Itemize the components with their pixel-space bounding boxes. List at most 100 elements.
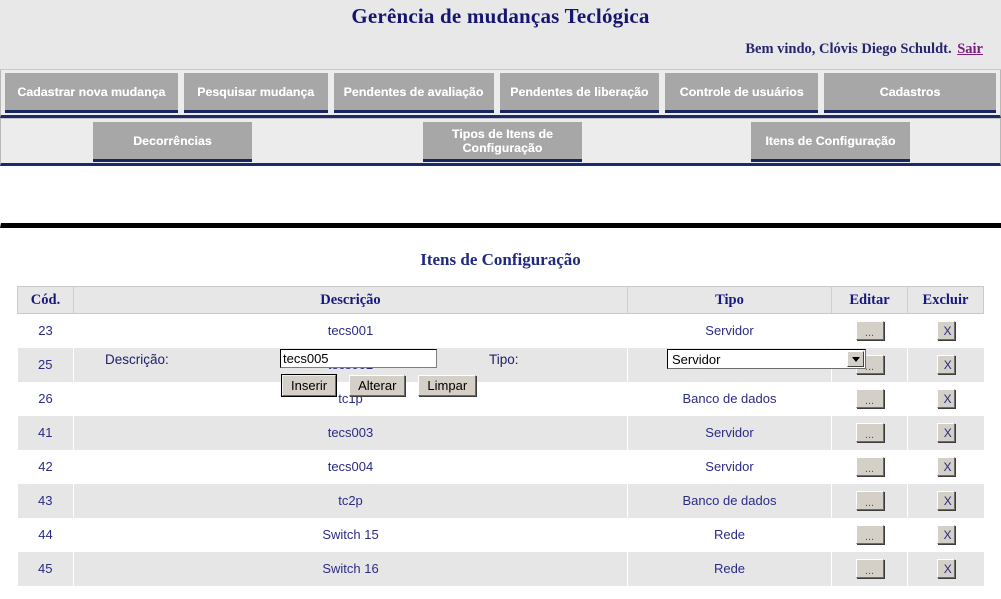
edit-row-button[interactable]: ... (855, 389, 884, 408)
primary-tab-3[interactable]: Pendentes de avaliação (333, 73, 494, 113)
tipo-label: Tipo: (489, 352, 519, 367)
cell-cod: 44 (38, 527, 53, 542)
cell-descricao: Switch 15 (322, 527, 379, 542)
delete-row-button[interactable]: X (936, 423, 955, 442)
delete-row-button[interactable]: X (936, 389, 955, 408)
secondary-tab-label: Tipos de Itens de Configuração (452, 126, 553, 155)
welcome-text: Bem vindo, Clóvis Diego Schuldt. (745, 41, 952, 57)
delete-row-button[interactable]: X (936, 457, 955, 476)
cell-cod: 41 (17, 415, 74, 450)
cell-excluir: X (908, 518, 984, 552)
configuration-items-section: Itens de Configuração Cód. Descrição Tip… (0, 228, 1001, 586)
cell-descricao: tecs004 (327, 459, 374, 474)
table-row: 23 tecs001 Servidor... X (18, 314, 984, 348)
cell-editar: ... (832, 518, 908, 552)
tipo-select-value: Servidor (672, 351, 721, 367)
cell-tipo: Servidor (627, 415, 832, 450)
cell-editar: ... (832, 314, 908, 348)
primary-tab-label: Cadastrar nova mudança (17, 84, 166, 99)
secondary-tab-bar: Decorrências Tipos de Itens de Configuraç… (0, 118, 1001, 166)
primary-tab-6[interactable]: Cadastros (824, 73, 996, 113)
cell-tipo: Rede (713, 527, 746, 542)
table-row: 42 tecs004 Servidor... X (18, 450, 984, 484)
cell-cod: 45 (17, 551, 74, 586)
edit-row-button[interactable]: ... (855, 423, 884, 442)
cell-cod: 43 (17, 483, 74, 518)
table-row: 41 tecs003 Servidor... X (17, 415, 984, 450)
secondary-tab-label: Itens de Configuração (765, 133, 896, 148)
cell-cod: 42 (38, 459, 53, 474)
secondary-tab-label: Decorrências (133, 133, 212, 148)
cell-descricao: tc2p (73, 483, 628, 518)
secondary-tab-3[interactable]: Itens de Configuração (751, 122, 910, 162)
primary-tab-label: Pesquisar mudança (197, 84, 315, 99)
cell-tipo: Banco de dados (682, 391, 777, 406)
secondary-tab-1[interactable]: Decorrências (93, 122, 252, 162)
tipo-select[interactable]: Servidor (667, 349, 866, 369)
edit-row-button[interactable]: ... (855, 491, 884, 510)
cell-tipo: Servidor (705, 459, 754, 474)
insert-button[interactable]: Inserir (280, 374, 338, 397)
primary-tab-1[interactable]: Cadastrar nova mudança (5, 73, 178, 113)
page-root: Gerência de mudanças Teclógica Bem vindo… (0, 0, 1001, 599)
primary-tab-label: Pendentes de avaliação (343, 84, 484, 99)
table-row: 44 Switch 15 Rede... X (18, 518, 984, 552)
cell-excluir: X (908, 450, 984, 484)
cell-excluir: X (907, 347, 984, 382)
table-header-row: Cód. Descrição Tipo Editar Excluir (17, 286, 984, 314)
cell-tipo: Servidor (705, 323, 754, 339)
delete-row-button[interactable]: X (936, 355, 955, 374)
primary-tab-5[interactable]: Controle de usuários (665, 73, 819, 113)
section-title: Itens de Configuração (420, 250, 581, 269)
table-row: 26 tc1p Banco de dados... X (18, 382, 984, 416)
update-button[interactable]: Alterar (349, 375, 406, 396)
edit-row-button[interactable]: ... (855, 457, 884, 476)
table-header: Cód. Descrição Tipo Editar Excluir (17, 286, 984, 314)
chevron-down-icon[interactable] (847, 351, 864, 367)
descricao-label: Descrição: (105, 352, 169, 367)
descricao-input[interactable] (280, 349, 437, 368)
page-header: Gerência de mudanças Teclógica Bem vindo… (0, 0, 1001, 70)
primary-tab-4[interactable]: Pendentes de liberação (499, 73, 660, 113)
secondary-tab-2[interactable]: Tipos de Itens de Configuração (423, 122, 582, 162)
delete-row-button[interactable]: X (936, 491, 955, 510)
configuration-item-form: Descrição: Tipo: Servidor Inserir Altera… (0, 166, 1001, 397)
edit-row-button[interactable]: ... (855, 321, 884, 341)
cell-editar: ... (832, 382, 908, 416)
cell-excluir: X (907, 483, 984, 518)
cell-descricao: Switch 16 (73, 551, 628, 586)
logout-link[interactable]: Sair (957, 41, 983, 57)
column-header-tipo: Tipo (627, 286, 832, 314)
column-header-descricao: Descrição (73, 286, 628, 314)
cell-tipo: Rede (627, 551, 832, 586)
cell-editar: ... (831, 415, 908, 450)
cell-excluir: X (907, 551, 984, 586)
cell-editar: ... (832, 450, 908, 484)
edit-row-button[interactable]: ... (855, 559, 884, 578)
delete-row-button[interactable]: X (936, 559, 955, 578)
cell-cod: 26 (38, 391, 53, 406)
primary-tab-bar: Cadastrar nova mudança Pesquisar mudança P… (0, 70, 1001, 118)
table-row: 43 tc2p Banco de dados... X (17, 483, 984, 518)
delete-row-button[interactable]: X (936, 321, 955, 341)
cell-cod: 23 (38, 323, 53, 339)
primary-tab-label: Controle de usuários (679, 84, 804, 99)
cell-descricao: tecs003 (73, 415, 628, 450)
cell-excluir: X (907, 415, 984, 450)
column-header-excluir: Excluir (907, 286, 984, 314)
cell-excluir: X (908, 314, 984, 348)
delete-row-button[interactable]: X (936, 525, 955, 544)
cell-editar: ... (831, 483, 908, 518)
welcome-bar: Bem vindo, Clóvis Diego Schuldt. Sair (745, 41, 983, 58)
column-header-editar: Editar (831, 286, 908, 314)
cell-cod: 25 (17, 347, 74, 382)
edit-row-button[interactable]: ... (855, 525, 884, 544)
primary-tab-label: Cadastros (879, 84, 941, 99)
primary-tab-2[interactable]: Pesquisar mudança (183, 73, 328, 113)
configuration-items-table: Cód. Descrição Tipo Editar Excluir 23 tec… (17, 286, 984, 586)
cell-excluir: X (908, 382, 984, 416)
clear-button[interactable]: Limpar (418, 375, 477, 396)
column-header-cod: Cód. (17, 286, 74, 314)
table-row: 45 Switch 16 Rede... X (17, 551, 984, 586)
page-title: Gerência de mudanças Teclógica (351, 4, 650, 28)
